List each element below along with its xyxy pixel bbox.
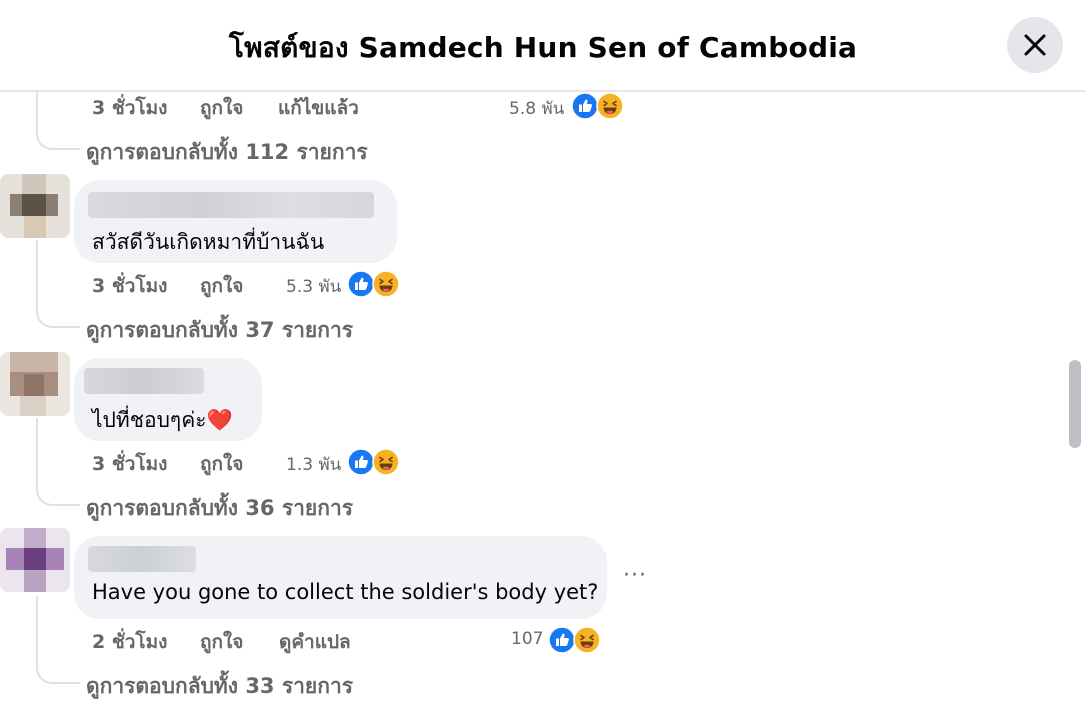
avatar[interactable] xyxy=(0,352,70,416)
comments-dialog: โพสต์ของ Samdech Hun Sen of Cambodia 3 ช… xyxy=(0,0,1086,712)
close-button[interactable] xyxy=(1007,17,1063,73)
red-heart-emoji: ❤️ xyxy=(206,408,233,432)
comment-text: Have you gone to collect the soldier's b… xyxy=(92,580,599,604)
thread-connector xyxy=(36,658,80,684)
reaction-icons[interactable] xyxy=(548,626,604,654)
like-comment-button[interactable]: ถูกใจ xyxy=(200,93,243,123)
thread-connector xyxy=(36,480,80,506)
reaction-count[interactable]: 1.3 พัน xyxy=(286,451,341,478)
view-replies-link[interactable]: ดูการตอบกลับทั้ง 112 รายการ xyxy=(86,136,368,169)
avatar[interactable] xyxy=(0,528,70,592)
view-replies-link[interactable]: ดูการตอบกลับทั้ง 33 รายการ xyxy=(86,670,353,703)
reaction-icons[interactable] xyxy=(347,270,403,298)
reaction-count[interactable]: 107 xyxy=(511,629,543,649)
thread-line xyxy=(36,92,38,124)
thread-connector xyxy=(36,302,80,328)
like-reaction-icon xyxy=(347,270,375,298)
thread-line xyxy=(36,240,38,302)
haha-reaction-icon xyxy=(573,626,601,654)
comment-time[interactable]: 3 ชั่วโมง xyxy=(92,93,167,123)
comment-time[interactable]: 2 ชั่วโมง xyxy=(92,627,167,657)
reaction-count[interactable]: 5.8 พัน xyxy=(509,95,564,122)
haha-reaction-icon xyxy=(372,270,400,298)
like-reaction-icon xyxy=(548,626,576,654)
haha-reaction-icon xyxy=(372,448,400,476)
like-comment-button[interactable]: ถูกใจ xyxy=(200,271,243,301)
like-reaction-icon xyxy=(571,92,599,120)
commenter-name-blurred[interactable] xyxy=(84,368,204,394)
view-replies-link[interactable]: ดูการตอบกลับทั้ง 36 รายการ xyxy=(86,492,353,525)
comment-bubble: สวัสดีวันเกิดหมาที่บ้านฉัน xyxy=(74,180,397,263)
avatar[interactable] xyxy=(0,174,70,238)
comment-more-options-button[interactable]: ··· xyxy=(623,563,647,588)
like-comment-button[interactable]: ถูกใจ xyxy=(200,449,243,479)
haha-reaction-icon xyxy=(596,92,624,120)
comment-text: สวัสดีวันเกิดหมาที่บ้านฉัน xyxy=(92,230,325,254)
thread-line xyxy=(36,418,38,480)
comment-time[interactable]: 3 ชั่วโมง xyxy=(92,449,167,479)
comment-text: ไปที่ชอบๆค่ะ❤️ xyxy=(92,404,233,437)
commenter-name-blurred[interactable] xyxy=(88,546,196,572)
thread-connector xyxy=(36,124,80,150)
dialog-header: โพสต์ของ Samdech Hun Sen of Cambodia xyxy=(0,0,1086,92)
comment-time[interactable]: 3 ชั่วโมง xyxy=(92,271,167,301)
dialog-title: โพสต์ของ Samdech Hun Sen of Cambodia xyxy=(228,31,858,64)
thread-line xyxy=(36,596,38,658)
view-replies-link[interactable]: ดูการตอบกลับทั้ง 37 รายการ xyxy=(86,314,353,347)
like-comment-button[interactable]: ถูกใจ xyxy=(200,627,243,657)
comment-bubble: Have you gone to collect the soldier's b… xyxy=(74,536,607,619)
scrollbar-thumb[interactable] xyxy=(1069,360,1081,448)
close-icon xyxy=(1024,34,1046,56)
reaction-icons[interactable] xyxy=(347,448,403,476)
reaction-icons[interactable] xyxy=(571,92,627,120)
comment-bubble: ไปที่ชอบๆค่ะ❤️ xyxy=(74,358,262,441)
like-reaction-icon xyxy=(347,448,375,476)
reaction-count[interactable]: 5.3 พัน xyxy=(286,273,341,300)
see-translation-button[interactable]: ดูคำแปล xyxy=(279,627,351,657)
edited-label[interactable]: แก้ไขแล้ว xyxy=(278,93,359,123)
comment-text-content: ไปที่ชอบๆค่ะ xyxy=(92,408,207,432)
commenter-name-blurred[interactable] xyxy=(88,192,374,218)
